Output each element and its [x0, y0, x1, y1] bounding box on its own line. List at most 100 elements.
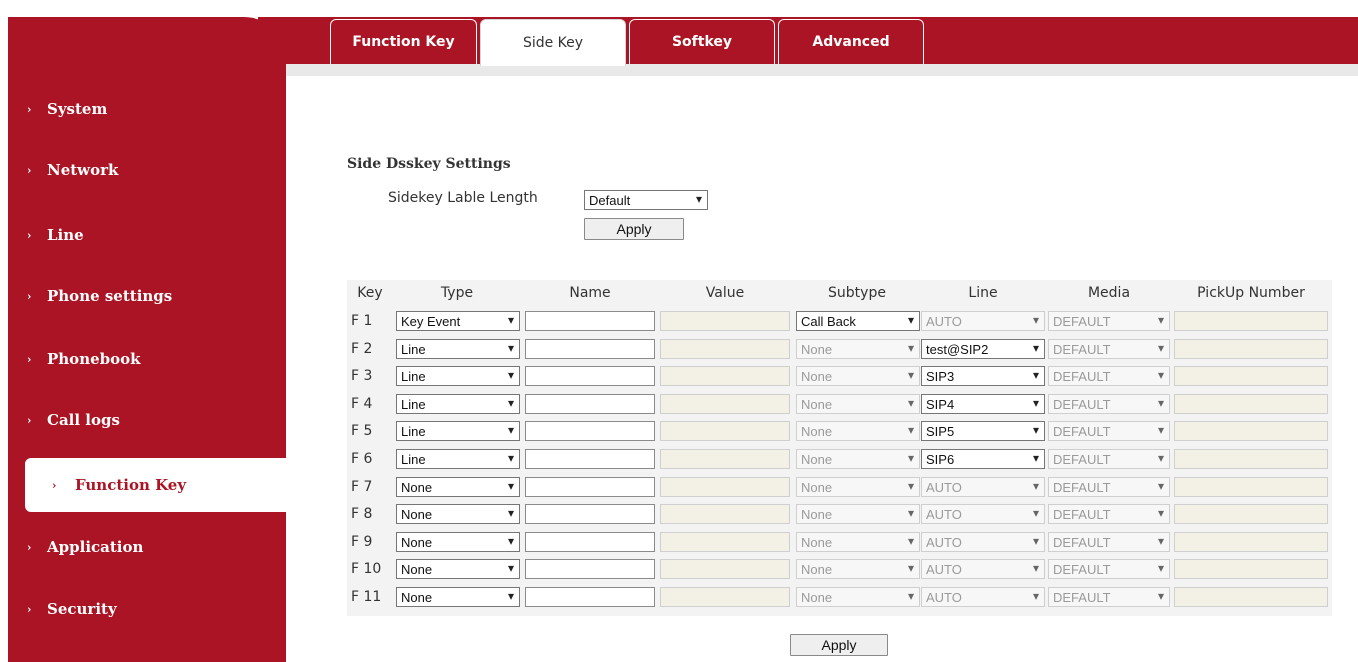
name-input[interactable] — [525, 366, 655, 386]
name-input[interactable] — [525, 587, 655, 607]
pickup-number-input[interactable] — [1174, 366, 1328, 386]
selected-value: DEFAULT — [1053, 368, 1111, 384]
sidebar-item-function-key[interactable]: › Function Key — [25, 458, 286, 512]
media-select[interactable]: DEFAULT ▾ — [1048, 504, 1170, 524]
value-input[interactable] — [660, 504, 790, 524]
sidebar-item-label: Security — [47, 600, 117, 618]
line-select[interactable]: AUTO ▾ — [921, 532, 1045, 552]
pickup-number-input[interactable] — [1174, 311, 1328, 331]
pickup-number-input[interactable] — [1174, 394, 1328, 414]
subtype-select[interactable]: None ▾ — [796, 559, 920, 579]
line-select[interactable]: SIP6 ▾ — [921, 449, 1045, 469]
value-input[interactable] — [660, 394, 790, 414]
value-input[interactable] — [660, 532, 790, 552]
subtype-select[interactable]: None ▾ — [796, 504, 920, 524]
media-select[interactable]: DEFAULT ▾ — [1048, 532, 1170, 552]
line-select[interactable]: AUTO ▾ — [921, 504, 1045, 524]
subtype-select[interactable]: None ▾ — [796, 477, 920, 497]
subtype-select[interactable]: None ▾ — [796, 532, 920, 552]
subtype-select[interactable]: None ▾ — [796, 449, 920, 469]
pickup-number-input[interactable] — [1174, 477, 1328, 497]
pickup-number-input[interactable] — [1174, 339, 1328, 359]
name-input[interactable] — [525, 559, 655, 579]
value-input[interactable] — [660, 366, 790, 386]
name-input[interactable] — [525, 394, 655, 414]
tab-side-key[interactable]: Side Key — [480, 19, 626, 66]
tab-advanced[interactable]: Advanced — [778, 19, 924, 64]
value-input[interactable] — [660, 449, 790, 469]
type-select[interactable]: Line ▾ — [396, 394, 520, 414]
subtype-select[interactable]: None ▾ — [796, 421, 920, 441]
chevron-right-icon: › — [27, 352, 32, 366]
type-select[interactable]: None ▾ — [396, 559, 520, 579]
sidebar-item-network[interactable]: › Network — [8, 145, 278, 195]
pickup-number-input[interactable] — [1174, 587, 1328, 607]
type-select[interactable]: None ▾ — [396, 587, 520, 607]
subtype-select[interactable]: None ▾ — [796, 366, 920, 386]
type-select[interactable]: Line ▾ — [396, 366, 520, 386]
sidebar-item-security[interactable]: › Security — [8, 584, 278, 634]
media-select[interactable]: DEFAULT ▾ — [1048, 587, 1170, 607]
subtype-select[interactable]: None ▾ — [796, 339, 920, 359]
value-input[interactable] — [660, 559, 790, 579]
tab-softkey[interactable]: Softkey — [629, 19, 775, 64]
pickup-number-input[interactable] — [1174, 449, 1328, 469]
value-input[interactable] — [660, 311, 790, 331]
sidebar-item-system[interactable]: › System — [8, 84, 278, 134]
name-input[interactable] — [525, 449, 655, 469]
line-select[interactable]: SIP3 ▾ — [921, 366, 1045, 386]
media-select[interactable]: DEFAULT ▾ — [1048, 394, 1170, 414]
sidebar-item-phone-settings[interactable]: › Phone settings — [8, 271, 278, 321]
name-input[interactable] — [525, 477, 655, 497]
name-input[interactable] — [525, 504, 655, 524]
type-select[interactable]: Line ▾ — [396, 339, 520, 359]
line-select[interactable]: AUTO ▾ — [921, 311, 1045, 331]
type-select[interactable]: None ▾ — [396, 477, 520, 497]
line-select[interactable]: AUTO ▾ — [921, 587, 1045, 607]
media-select[interactable]: DEFAULT ▾ — [1048, 559, 1170, 579]
media-select[interactable]: DEFAULT ▾ — [1048, 449, 1170, 469]
selected-value: Line — [401, 423, 426, 439]
name-input[interactable] — [525, 339, 655, 359]
value-input[interactable] — [660, 587, 790, 607]
value-input[interactable] — [660, 477, 790, 497]
sidebar-item-call-logs[interactable]: › Call logs — [8, 395, 278, 445]
type-select[interactable]: None ▾ — [396, 532, 520, 552]
subtype-select[interactable]: Call Back ▾ — [796, 311, 920, 331]
key-label: F 8 — [351, 506, 373, 522]
line-select[interactable]: AUTO ▾ — [921, 477, 1045, 497]
value-input[interactable] — [660, 339, 790, 359]
sidebar-item-line[interactable]: › Line — [8, 210, 278, 260]
media-select[interactable]: DEFAULT ▾ — [1048, 477, 1170, 497]
pickup-number-input[interactable] — [1174, 559, 1328, 579]
value-input[interactable] — [660, 421, 790, 441]
selected-value: Line — [401, 396, 426, 412]
sidebar-item-phonebook[interactable]: › Phonebook — [8, 334, 278, 384]
subtype-select[interactable]: None ▾ — [796, 587, 920, 607]
chevron-down-icon: ▾ — [1157, 451, 1164, 465]
media-select[interactable]: DEFAULT ▾ — [1048, 339, 1170, 359]
pickup-number-input[interactable] — [1174, 532, 1328, 552]
type-select[interactable]: Line ▾ — [396, 421, 520, 441]
sidekey-length-select[interactable]: Default ▾ — [584, 190, 708, 210]
media-select[interactable]: DEFAULT ▾ — [1048, 366, 1170, 386]
sidebar-item-application[interactable]: › Application — [8, 522, 278, 572]
media-select[interactable]: DEFAULT ▾ — [1048, 421, 1170, 441]
pickup-number-input[interactable] — [1174, 504, 1328, 524]
line-select[interactable]: SIP5 ▾ — [921, 421, 1045, 441]
type-select[interactable]: Key Event ▾ — [396, 311, 520, 331]
tab-function-key[interactable]: Function Key — [330, 19, 477, 64]
line-select[interactable]: AUTO ▾ — [921, 559, 1045, 579]
pickup-number-input[interactable] — [1174, 421, 1328, 441]
media-select[interactable]: DEFAULT ▾ — [1048, 311, 1170, 331]
line-select[interactable]: SIP4 ▾ — [921, 394, 1045, 414]
apply-length-button[interactable]: Apply — [584, 218, 684, 240]
subtype-select[interactable]: None ▾ — [796, 394, 920, 414]
type-select[interactable]: Line ▾ — [396, 449, 520, 469]
name-input[interactable] — [525, 421, 655, 441]
name-input[interactable] — [525, 532, 655, 552]
line-select[interactable]: test@SIP2 ▾ — [921, 339, 1045, 359]
name-input[interactable] — [525, 311, 655, 331]
type-select[interactable]: None ▾ — [396, 504, 520, 524]
apply-table-button[interactable]: Apply — [790, 634, 888, 656]
